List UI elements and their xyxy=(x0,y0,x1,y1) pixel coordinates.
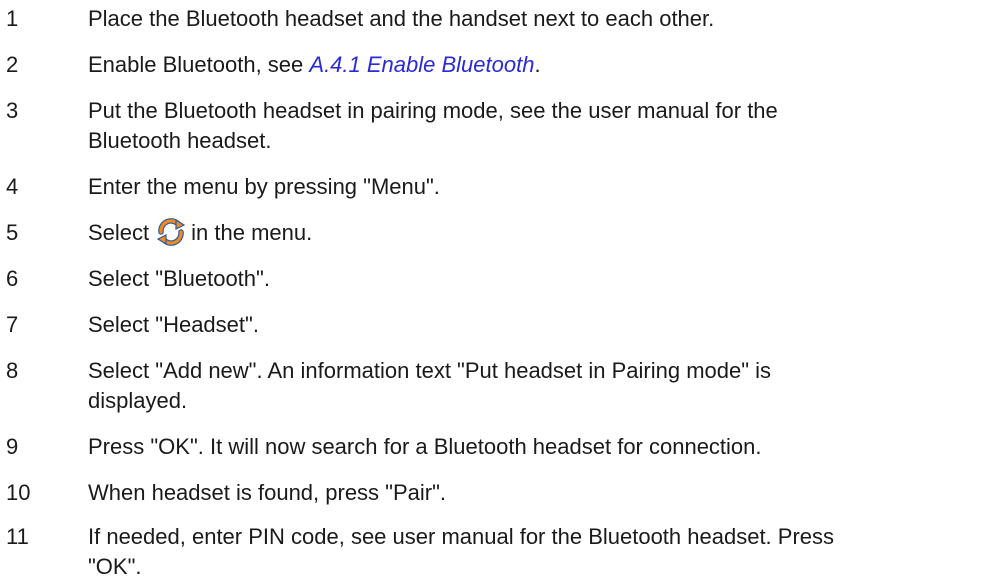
step-text: If needed, enter PIN code, see user manu… xyxy=(88,522,988,582)
step-text-line-2: Bluetooth headset. xyxy=(88,128,272,153)
step-text-line-1: Put the Bluetooth headset in pairing mod… xyxy=(88,98,778,123)
step-text-after: in the menu. xyxy=(191,220,313,245)
settings-sync-icon xyxy=(155,218,187,246)
step-text-line-1: Select "Add new". An information text "P… xyxy=(88,358,772,383)
step-text-line-2: displayed. xyxy=(88,388,188,413)
step-text-before: Enable Bluetooth, see xyxy=(88,52,310,77)
step-number: 2 xyxy=(6,52,19,77)
step-text: When headset is found, press "Pair". xyxy=(88,480,447,505)
step-number: 8 xyxy=(6,358,19,383)
step-number: 11 xyxy=(6,524,29,549)
step-text: Select "Headset". xyxy=(88,312,259,337)
step-number: 4 xyxy=(6,174,19,199)
step-text-after: . xyxy=(534,52,541,77)
step-number: 5 xyxy=(6,220,19,245)
step-text: Place the Bluetooth headset and the hand… xyxy=(88,6,715,31)
step-text: Press "OK". It will now search for a Blu… xyxy=(88,434,762,459)
enable-bluetooth-link[interactable]: A.4.1 Enable Bluetooth xyxy=(309,52,534,77)
step-number: 1 xyxy=(6,6,19,31)
step-number: 9 xyxy=(6,434,19,459)
step-text: Select "Add new". An information text "P… xyxy=(88,356,988,416)
step-number: 10 xyxy=(6,480,31,505)
step-number: 6 xyxy=(6,266,19,291)
step-text-line-2: "OK". xyxy=(88,554,142,579)
step-number: 7 xyxy=(6,312,19,337)
step-text: Put the Bluetooth headset in pairing mod… xyxy=(88,96,988,156)
step-text: Select "Bluetooth". xyxy=(88,266,270,291)
step-text: Enter the menu by pressing "Menu". xyxy=(88,174,440,199)
step-number: 3 xyxy=(6,98,19,123)
step-text: Enable Bluetooth, see A.4.1 Enable Bluet… xyxy=(88,50,988,80)
step-text-before: Select xyxy=(88,220,150,245)
step-text-line-1: If needed, enter PIN code, see user manu… xyxy=(88,524,835,549)
step-text: Select in the menu. xyxy=(88,218,988,248)
